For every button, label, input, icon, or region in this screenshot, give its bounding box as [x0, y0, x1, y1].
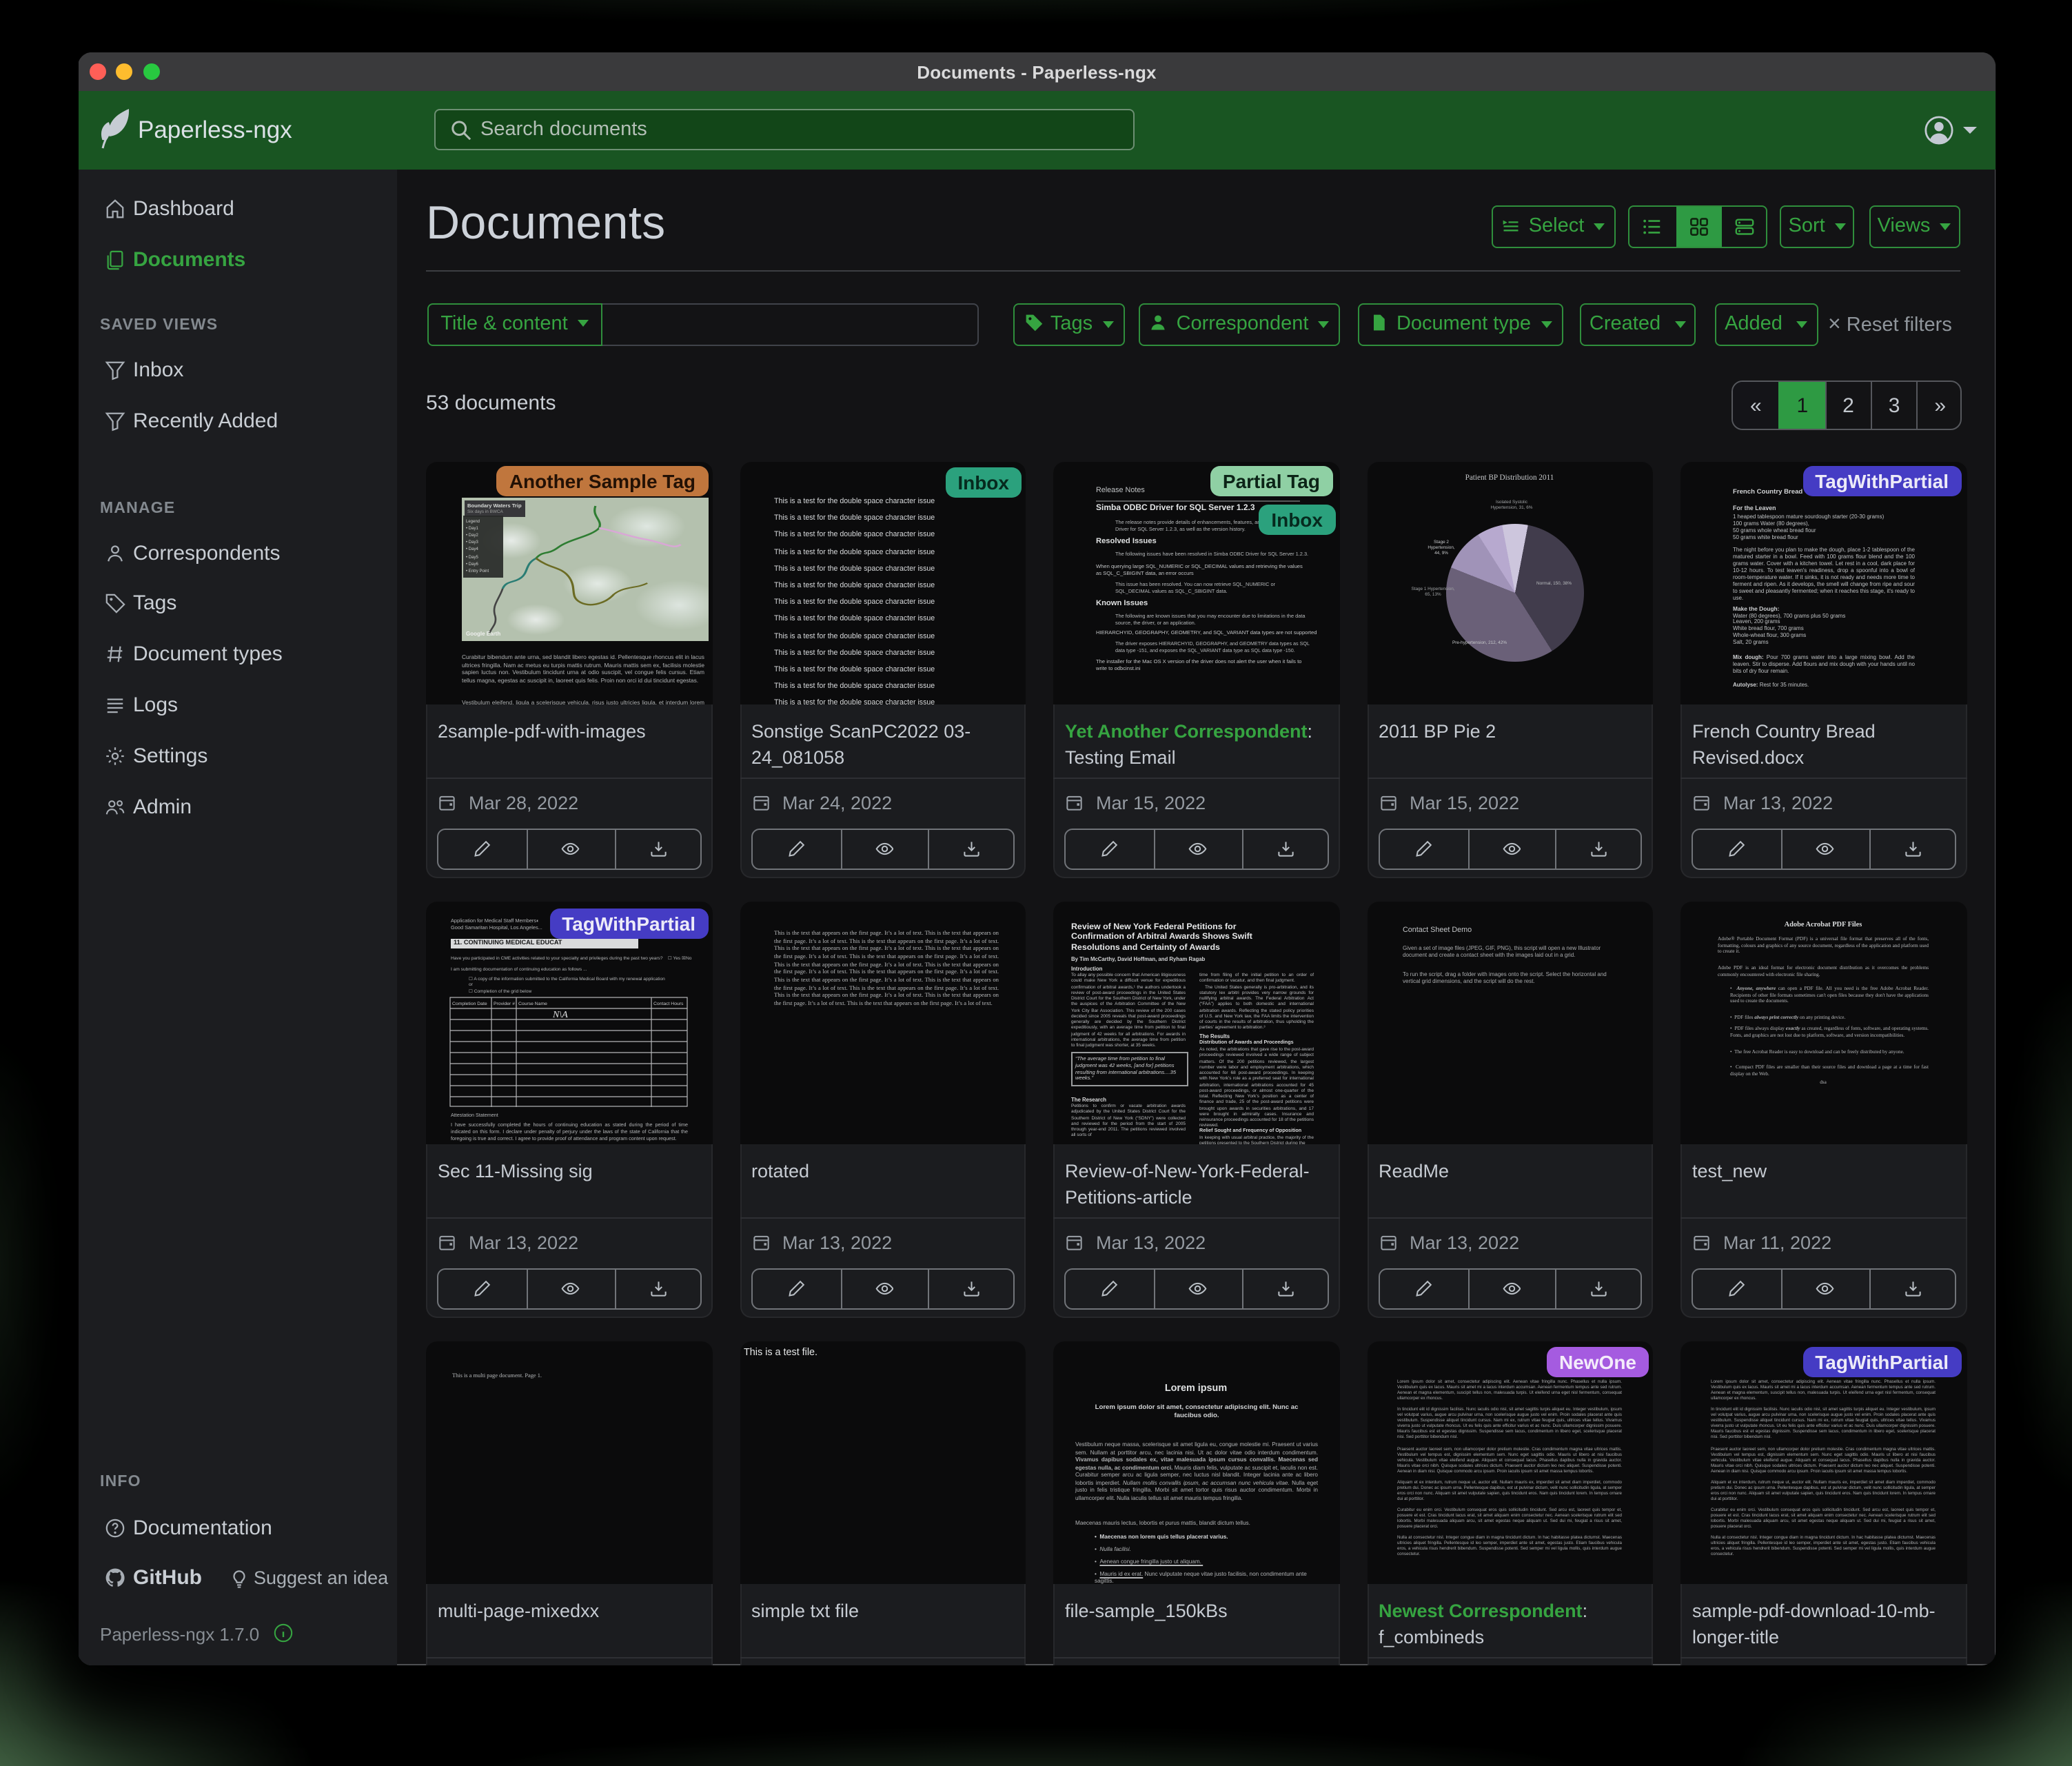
svg-text:N\A: N\A: [552, 1010, 568, 1020]
svg-text:Completion Date: Completion Date: [452, 1002, 487, 1006]
svg-text:Course Name: Course Name: [518, 1002, 547, 1006]
svg-text:Provider #: Provider #: [494, 1002, 515, 1006]
svg-text:Contact Hours: Contact Hours: [653, 1002, 684, 1006]
